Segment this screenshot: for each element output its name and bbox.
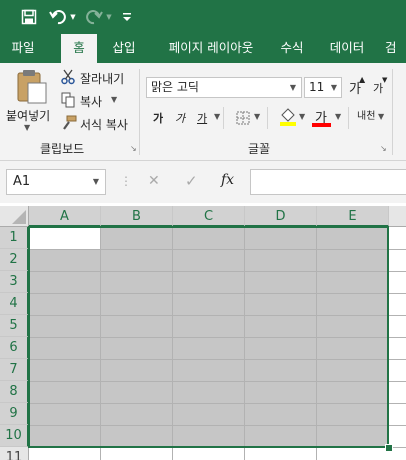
- fill-color-dropdown-icon[interactable]: ▼: [299, 112, 305, 121]
- tab-review[interactable]: 검: [385, 34, 406, 63]
- cut-icon: [61, 69, 75, 85]
- clipboard-group-label: 클립보드: [40, 142, 85, 156]
- undo-icon[interactable]: [48, 7, 68, 27]
- enter-icon[interactable]: ✓: [185, 172, 198, 190]
- insert-function-icon[interactable]: fx: [221, 172, 234, 188]
- formula-input[interactable]: [250, 169, 406, 195]
- font-name-box[interactable]: 맑은 고딕 ▼: [146, 77, 302, 98]
- font-color-dropdown-icon[interactable]: ▼: [335, 112, 341, 121]
- font-launcher-icon[interactable]: ↘: [380, 144, 387, 153]
- copy-icon: [61, 92, 75, 108]
- customize-qat-icon[interactable]: [120, 7, 134, 27]
- font-name-dropdown-icon[interactable]: ▼: [290, 78, 296, 97]
- row-header-11[interactable]: 11: [0, 447, 29, 460]
- paste-button[interactable]: 붙여넣기: [6, 107, 50, 124]
- row-header-8[interactable]: 8: [0, 381, 29, 403]
- formula-bar-grip-icon: ⋮: [120, 174, 132, 188]
- row-header-3[interactable]: 3: [0, 271, 29, 293]
- column-header-f[interactable]: [389, 206, 406, 227]
- font-color-swatch: [312, 123, 331, 127]
- font-size-box[interactable]: 11 ▼: [304, 77, 342, 98]
- group-separator: [139, 69, 140, 155]
- paste-icon[interactable]: [10, 69, 50, 105]
- row-header-6[interactable]: 6: [0, 337, 29, 359]
- font-size-value: 11: [309, 80, 325, 94]
- name-box-value: A1: [13, 174, 31, 189]
- borders-dropdown-icon[interactable]: ▼: [254, 112, 260, 121]
- name-box-dropdown-icon[interactable]: ▼: [93, 170, 99, 194]
- save-icon[interactable]: [18, 7, 40, 27]
- name-box[interactable]: A1 ▼: [6, 169, 106, 195]
- format-painter-icon: [61, 115, 77, 131]
- column-header-a[interactable]: A: [29, 206, 101, 227]
- italic-button[interactable]: 가: [175, 110, 185, 126]
- bold-button[interactable]: 가: [153, 110, 163, 126]
- font-name-value: 맑은 고딕: [151, 80, 199, 94]
- font-size-dropdown-icon[interactable]: ▼: [331, 78, 337, 97]
- copy-dropdown-icon[interactable]: ▼: [111, 95, 117, 104]
- column-header-c[interactable]: C: [173, 206, 245, 227]
- clipboard-launcher-icon[interactable]: ↘: [130, 144, 137, 153]
- cut-button[interactable]: 잘라내기: [80, 70, 124, 87]
- row-header-2[interactable]: 2: [0, 249, 29, 271]
- column-header-b[interactable]: B: [101, 206, 173, 227]
- format-painter-button[interactable]: 서식 복사: [80, 116, 128, 133]
- tab-insert[interactable]: 삽입: [103, 34, 145, 63]
- borders-icon[interactable]: [236, 110, 250, 125]
- row-header-10[interactable]: 10: [0, 425, 29, 447]
- redo-dropdown-icon[interactable]: ▼: [104, 7, 114, 27]
- font-separator: [223, 107, 224, 129]
- undo-dropdown-icon[interactable]: ▼: [68, 7, 78, 27]
- formula-bar-area: A1 ▼ ⋮ ✕ ✓ fx: [0, 161, 406, 203]
- redo-icon[interactable]: [84, 7, 104, 27]
- selection-border: [28, 226, 389, 448]
- tab-home[interactable]: 홈: [61, 34, 97, 63]
- font-separator: [348, 107, 349, 129]
- ribbon-home: 붙여넣기 ▼ 잘라내기 복사 ▼ 서식 복사 클립보드 ↘ 맑은 고딕 ▼ 11…: [0, 63, 406, 161]
- underline-dropdown-icon[interactable]: ▼: [214, 112, 220, 121]
- row-header-7[interactable]: 7: [0, 359, 29, 381]
- shrink-font-icon: ▼: [382, 76, 388, 84]
- font-separator: [267, 107, 268, 129]
- copy-button[interactable]: 복사: [80, 93, 102, 110]
- column-header-e[interactable]: E: [317, 206, 389, 227]
- paste-dropdown-icon[interactable]: ▼: [24, 123, 30, 132]
- phonetic-dropdown-icon[interactable]: ▼: [378, 112, 384, 121]
- column-header-d[interactable]: D: [245, 206, 317, 227]
- phonetic-button[interactable]: 내천: [357, 107, 375, 122]
- fill-handle[interactable]: [385, 444, 393, 452]
- quick-access-toolbar: ▼ ▼: [0, 0, 406, 34]
- cancel-icon[interactable]: ✕: [148, 173, 160, 189]
- ribbon-tabs: 파일 홈 삽입 페이지 레이아웃 수식 데이터 검: [0, 34, 406, 63]
- grow-font-icon: ▲: [359, 75, 366, 84]
- row-header-1[interactable]: 1: [0, 227, 29, 249]
- row-header-5[interactable]: 5: [0, 315, 29, 337]
- group-separator: [392, 69, 393, 155]
- row-header-9[interactable]: 9: [0, 403, 29, 425]
- tab-data[interactable]: 데이터: [322, 34, 372, 63]
- tab-file[interactable]: 파일: [0, 34, 46, 63]
- underline-button[interactable]: 가: [197, 110, 207, 126]
- worksheet-grid[interactable]: A B C D E 1 2 3 4 5 6 7 8 9 10 11: [0, 206, 406, 460]
- row-header-4[interactable]: 4: [0, 293, 29, 315]
- tab-page-layout[interactable]: 페이지 레이아웃: [155, 34, 267, 63]
- select-all-corner[interactable]: [0, 206, 29, 227]
- tab-formulas[interactable]: 수식: [272, 34, 312, 63]
- font-group-label: 글꼴: [248, 142, 271, 156]
- fill-color-icon[interactable]: [279, 107, 297, 127]
